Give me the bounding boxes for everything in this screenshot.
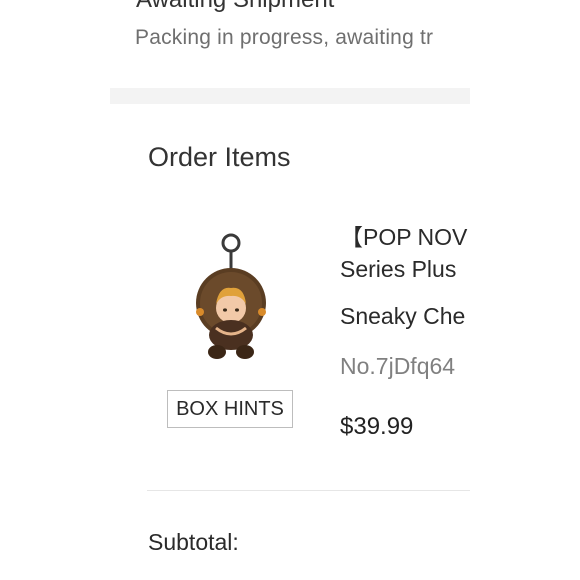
plush-keychain-image[interactable] <box>186 228 276 368</box>
order-status-detail: Packing in progress, awaiting tr <box>135 26 434 49</box>
order-items-title: Order Items <box>148 142 291 172</box>
item-title-line1[interactable]: 【POP NOV <box>340 218 467 252</box>
order-detail-view: Awaiting Shipment Packing in progress, a… <box>110 0 470 580</box>
item-title-line2[interactable]: Series Plus <box>340 256 456 283</box>
subtotal-label: Subtotal: <box>148 529 239 555</box>
item-sku: No.7jDfq64 <box>340 353 456 379</box>
order-status-heading: Awaiting Shipment <box>136 0 334 14</box>
item-price: $39.99 <box>340 413 414 440</box>
items-divider <box>147 490 470 491</box>
section-divider <box>110 88 470 104</box>
page: Awaiting Shipment Packing in progress, a… <box>0 0 580 580</box>
item-variant: Sneaky Che <box>340 303 466 329</box>
box-hints-button[interactable]: BOX HINTS <box>167 390 293 428</box>
